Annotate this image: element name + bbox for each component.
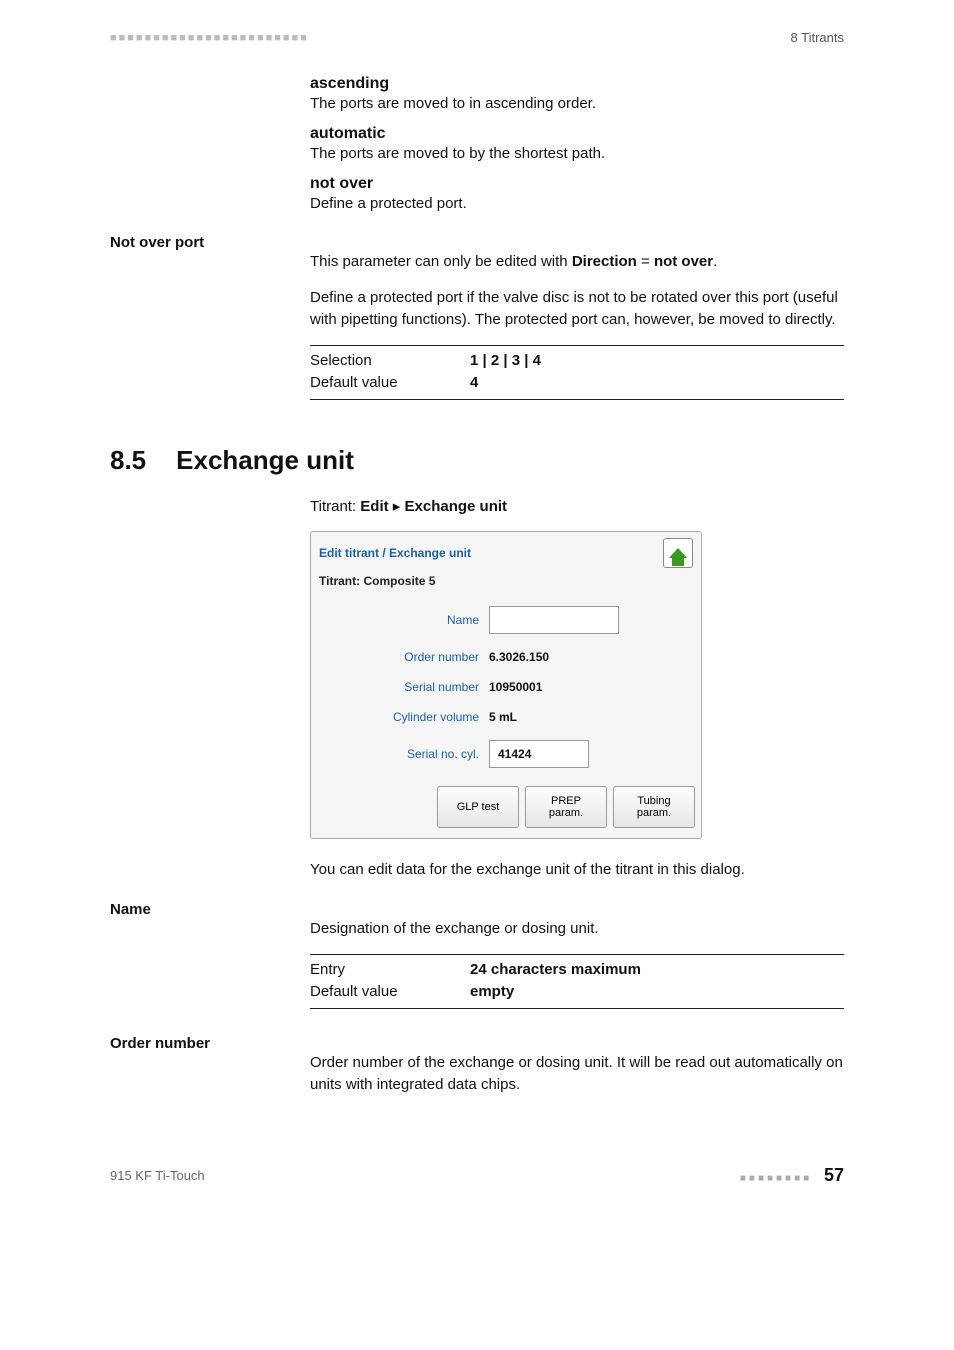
- footer-marks: ■■■■■■■■: [740, 1173, 812, 1184]
- cylinder-volume-value: 5 mL: [489, 710, 517, 724]
- serial-number-value: 10950001: [489, 680, 542, 694]
- serial-no-cyl-value: 41424: [498, 747, 531, 761]
- condition-pre: This parameter can only be edited with: [310, 253, 572, 270]
- home-icon: [669, 548, 687, 558]
- home-button[interactable]: [663, 538, 693, 568]
- entry-key: Entry: [310, 959, 470, 982]
- running-footer: 915 KF Ti-Touch ■■■■■■■■ 57: [110, 1165, 844, 1186]
- glp-test-label: GLP test: [457, 801, 500, 813]
- header-marks: ■■■■■■■■■■■■■■■■■■■■■■■: [110, 32, 309, 44]
- tubing-param-button[interactable]: Tubing param.: [613, 786, 695, 828]
- direction-options: ascending The ports are moved to in asce…: [310, 75, 844, 214]
- not-over-port-desc: Define a protected port if the valve dis…: [310, 287, 844, 331]
- opt-ascending-desc: The ports are moved to in ascending orde…: [310, 93, 844, 115]
- name-label: Name: [319, 613, 489, 627]
- name-input[interactable]: [489, 606, 619, 634]
- prep-param-button[interactable]: PREP param.: [525, 786, 607, 828]
- condition-post: .: [713, 253, 717, 270]
- crumb-edit: Edit: [360, 498, 388, 515]
- dialog-caption: You can edit data for the exchange unit …: [310, 859, 844, 881]
- exchange-unit-dialog: Edit titrant / Exchange unit Titrant: Co…: [310, 531, 702, 839]
- header-chapter: 8 Titrants: [791, 30, 844, 45]
- page-number: 57: [824, 1165, 844, 1185]
- default-value: 4: [470, 372, 478, 395]
- crumb-prefix: Titrant:: [310, 498, 360, 515]
- tubing-param-label: Tubing param.: [637, 795, 671, 819]
- default2-key: Default value: [310, 981, 470, 1004]
- opt-automatic-desc: The ports are moved to by the shortest p…: [310, 143, 844, 165]
- order-field-desc: Order number of the exchange or dosing u…: [310, 1052, 844, 1096]
- entry-value: 24 characters maximum: [470, 959, 641, 982]
- section-title: Exchange unit: [176, 445, 354, 476]
- breadcrumb: Titrant: Edit ▸ Exchange unit: [310, 496, 844, 518]
- not-over-port-label: Not over port: [110, 234, 310, 251]
- order-number-label: Order number: [319, 650, 489, 664]
- opt-notover-term: not over: [310, 175, 844, 193]
- serial-number-label: Serial number: [319, 680, 489, 694]
- name-field-params: Entry 24 characters maximum Default valu…: [310, 954, 844, 1009]
- default2-value: empty: [470, 981, 514, 1004]
- order-field-label: Order number: [110, 1035, 310, 1052]
- crumb-sep: ▸: [389, 498, 405, 515]
- default-key: Default value: [310, 372, 470, 395]
- order-number-value: 6.3026.150: [489, 650, 549, 664]
- serial-no-cyl-input[interactable]: 41424: [489, 740, 589, 768]
- selection-key: Selection: [310, 350, 470, 373]
- condition-eq: =: [637, 253, 654, 270]
- cylinder-volume-label: Cylinder volume: [319, 710, 489, 724]
- prep-param-label: PREP param.: [549, 795, 583, 819]
- opt-notover-desc: Define a protected port.: [310, 193, 844, 215]
- name-field-label: Name: [110, 901, 310, 918]
- name-field-desc: Designation of the exchange or dosing un…: [310, 918, 844, 940]
- selection-value: 1 | 2 | 3 | 4: [470, 350, 541, 373]
- opt-ascending-term: ascending: [310, 75, 844, 93]
- footer-product: 915 KF Ti-Touch: [110, 1168, 205, 1183]
- section-heading: 8.5 Exchange unit: [110, 445, 844, 476]
- crumb-exchange-unit: Exchange unit: [405, 498, 508, 515]
- section-number: 8.5: [110, 445, 146, 476]
- not-over-port-params: Selection 1 | 2 | 3 | 4 Default value 4: [310, 345, 844, 400]
- running-header: ■■■■■■■■■■■■■■■■■■■■■■■ 8 Titrants: [110, 30, 844, 45]
- glp-test-button[interactable]: GLP test: [437, 786, 519, 828]
- serial-no-cyl-label: Serial no. cyl.: [319, 747, 489, 761]
- not-over-port-condition: This parameter can only be edited with D…: [310, 251, 844, 273]
- dialog-title: Edit titrant / Exchange unit: [319, 546, 471, 560]
- condition-value: not over: [654, 253, 713, 270]
- opt-automatic-term: automatic: [310, 125, 844, 143]
- footer-right: ■■■■■■■■ 57: [740, 1165, 844, 1186]
- dialog-subtitle: Titrant: Composite 5: [311, 572, 701, 598]
- condition-direction: Direction: [572, 253, 637, 270]
